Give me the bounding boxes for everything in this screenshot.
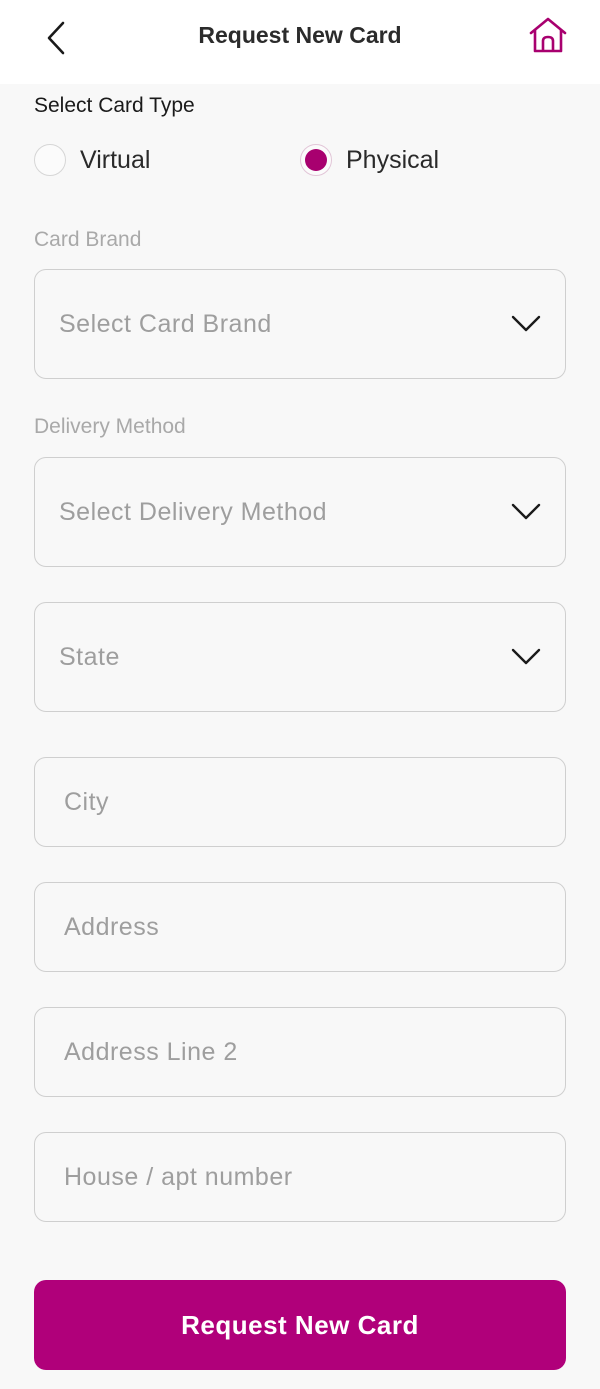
delivery-method-label: Delivery Method — [34, 415, 186, 438]
chevron-down-icon — [511, 503, 541, 520]
address-placeholder: Address — [64, 912, 160, 941]
delivery-method-select[interactable]: Select Delivery Method — [34, 457, 566, 567]
address-line-2-placeholder: Address Line 2 — [64, 1037, 238, 1066]
radio-physical[interactable]: Physical — [300, 142, 439, 178]
state-placeholder: State — [59, 642, 120, 671]
card-brand-label: Card Brand — [34, 228, 142, 251]
card-type-label: Select Card Type — [34, 94, 195, 117]
app-header: Request New Card — [0, 0, 600, 84]
home-icon — [529, 17, 567, 53]
radio-virtual[interactable]: Virtual — [34, 142, 150, 178]
radio-physical-label: Physical — [346, 145, 440, 174]
home-button[interactable] — [524, 12, 572, 58]
house-number-input[interactable]: House / apt number — [34, 1132, 566, 1222]
radio-checked-icon — [300, 144, 332, 176]
request-new-card-button[interactable]: Request New Card — [34, 1280, 566, 1370]
delivery-method-placeholder: Select Delivery Method — [59, 497, 328, 526]
page-title: Request New Card — [198, 22, 402, 48]
address-line-2-input[interactable]: Address Line 2 — [34, 1007, 566, 1097]
chevron-down-icon — [511, 648, 541, 665]
state-select[interactable]: State — [34, 602, 566, 712]
radio-unchecked-icon — [34, 144, 66, 176]
city-placeholder: City — [64, 787, 110, 816]
city-input[interactable]: City — [34, 757, 566, 847]
address-input[interactable]: Address — [34, 882, 566, 972]
chevron-down-icon — [511, 315, 541, 332]
card-brand-select[interactable]: Select Card Brand — [34, 269, 566, 379]
card-brand-placeholder: Select Card Brand — [59, 309, 272, 338]
radio-virtual-label: Virtual — [80, 145, 151, 174]
house-number-placeholder: House / apt number — [64, 1162, 293, 1191]
